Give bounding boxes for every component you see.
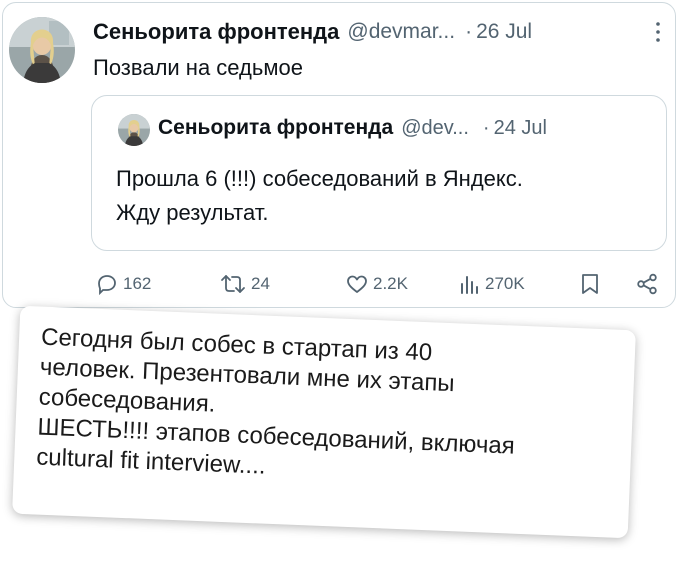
quoted-tweet-header: Сеньорита фронтенда @dev... · 24 Jul <box>158 116 654 140</box>
author-name[interactable]: Сеньорита фронтенда <box>93 19 339 45</box>
tweet-text: Позвали на седьмое <box>93 55 303 80</box>
author-avatar[interactable] <box>9 17 75 83</box>
views-count: 270K <box>485 274 525 293</box>
like-button[interactable]: 2.2K <box>345 269 408 299</box>
views-button[interactable]: 270K <box>457 269 525 299</box>
tweet-header: Сеньорита фронтенда @devmar... · 26 Jul <box>93 17 665 47</box>
more-vertical-icon[interactable] <box>651 19 665 45</box>
bookmark-icon <box>579 272 601 296</box>
quoted-author-name[interactable]: Сеньорита фронтенда <box>158 116 393 140</box>
note-text: Сегодня был собес в стартап из 40 челове… <box>36 323 632 497</box>
reply-button[interactable]: 162 <box>95 269 151 299</box>
quoted-tweet[interactable]: Сеньорита фронтенда @dev... · 24 Jul Про… <box>91 95 667 251</box>
bar-chart-icon <box>457 272 481 296</box>
quoted-tweet-text: Прошла 6 (!!!) собеседований в Яндекс. Ж… <box>116 162 646 230</box>
share-icon <box>635 272 659 296</box>
post-date[interactable]: 26 Jul <box>476 20 532 44</box>
quoted-text-line: Прошла 6 (!!!) собеседований в Яндекс. <box>116 166 523 191</box>
tweet-actions: 162 24 2.2K 270K <box>95 269 665 299</box>
reply-count: 162 <box>123 274 152 293</box>
heart-icon <box>345 272 369 296</box>
separator-dot: · <box>465 20 473 43</box>
quoted-post-date[interactable]: 24 Jul <box>494 117 547 140</box>
author-handle[interactable]: @devmar... <box>347 20 455 44</box>
like-count: 2.2K <box>373 274 408 293</box>
repost-arrows-icon <box>219 272 247 296</box>
quoted-text-line: Жду результат. <box>116 200 269 225</box>
screenshot-note-card: Сегодня был собес в стартап из 40 челове… <box>12 305 636 539</box>
comment-bubble-icon <box>95 272 119 296</box>
quoted-author-avatar[interactable] <box>118 114 150 146</box>
repost-button[interactable]: 24 <box>219 269 270 299</box>
tweet-card[interactable]: Сеньорита фронтенда @devmar... · 26 Jul … <box>2 2 676 308</box>
repost-count: 24 <box>251 274 270 293</box>
quoted-author-handle[interactable]: @dev... <box>401 117 469 140</box>
share-button[interactable] <box>635 269 659 299</box>
bookmark-button[interactable] <box>579 269 601 299</box>
separator-dot: · <box>482 116 490 139</box>
